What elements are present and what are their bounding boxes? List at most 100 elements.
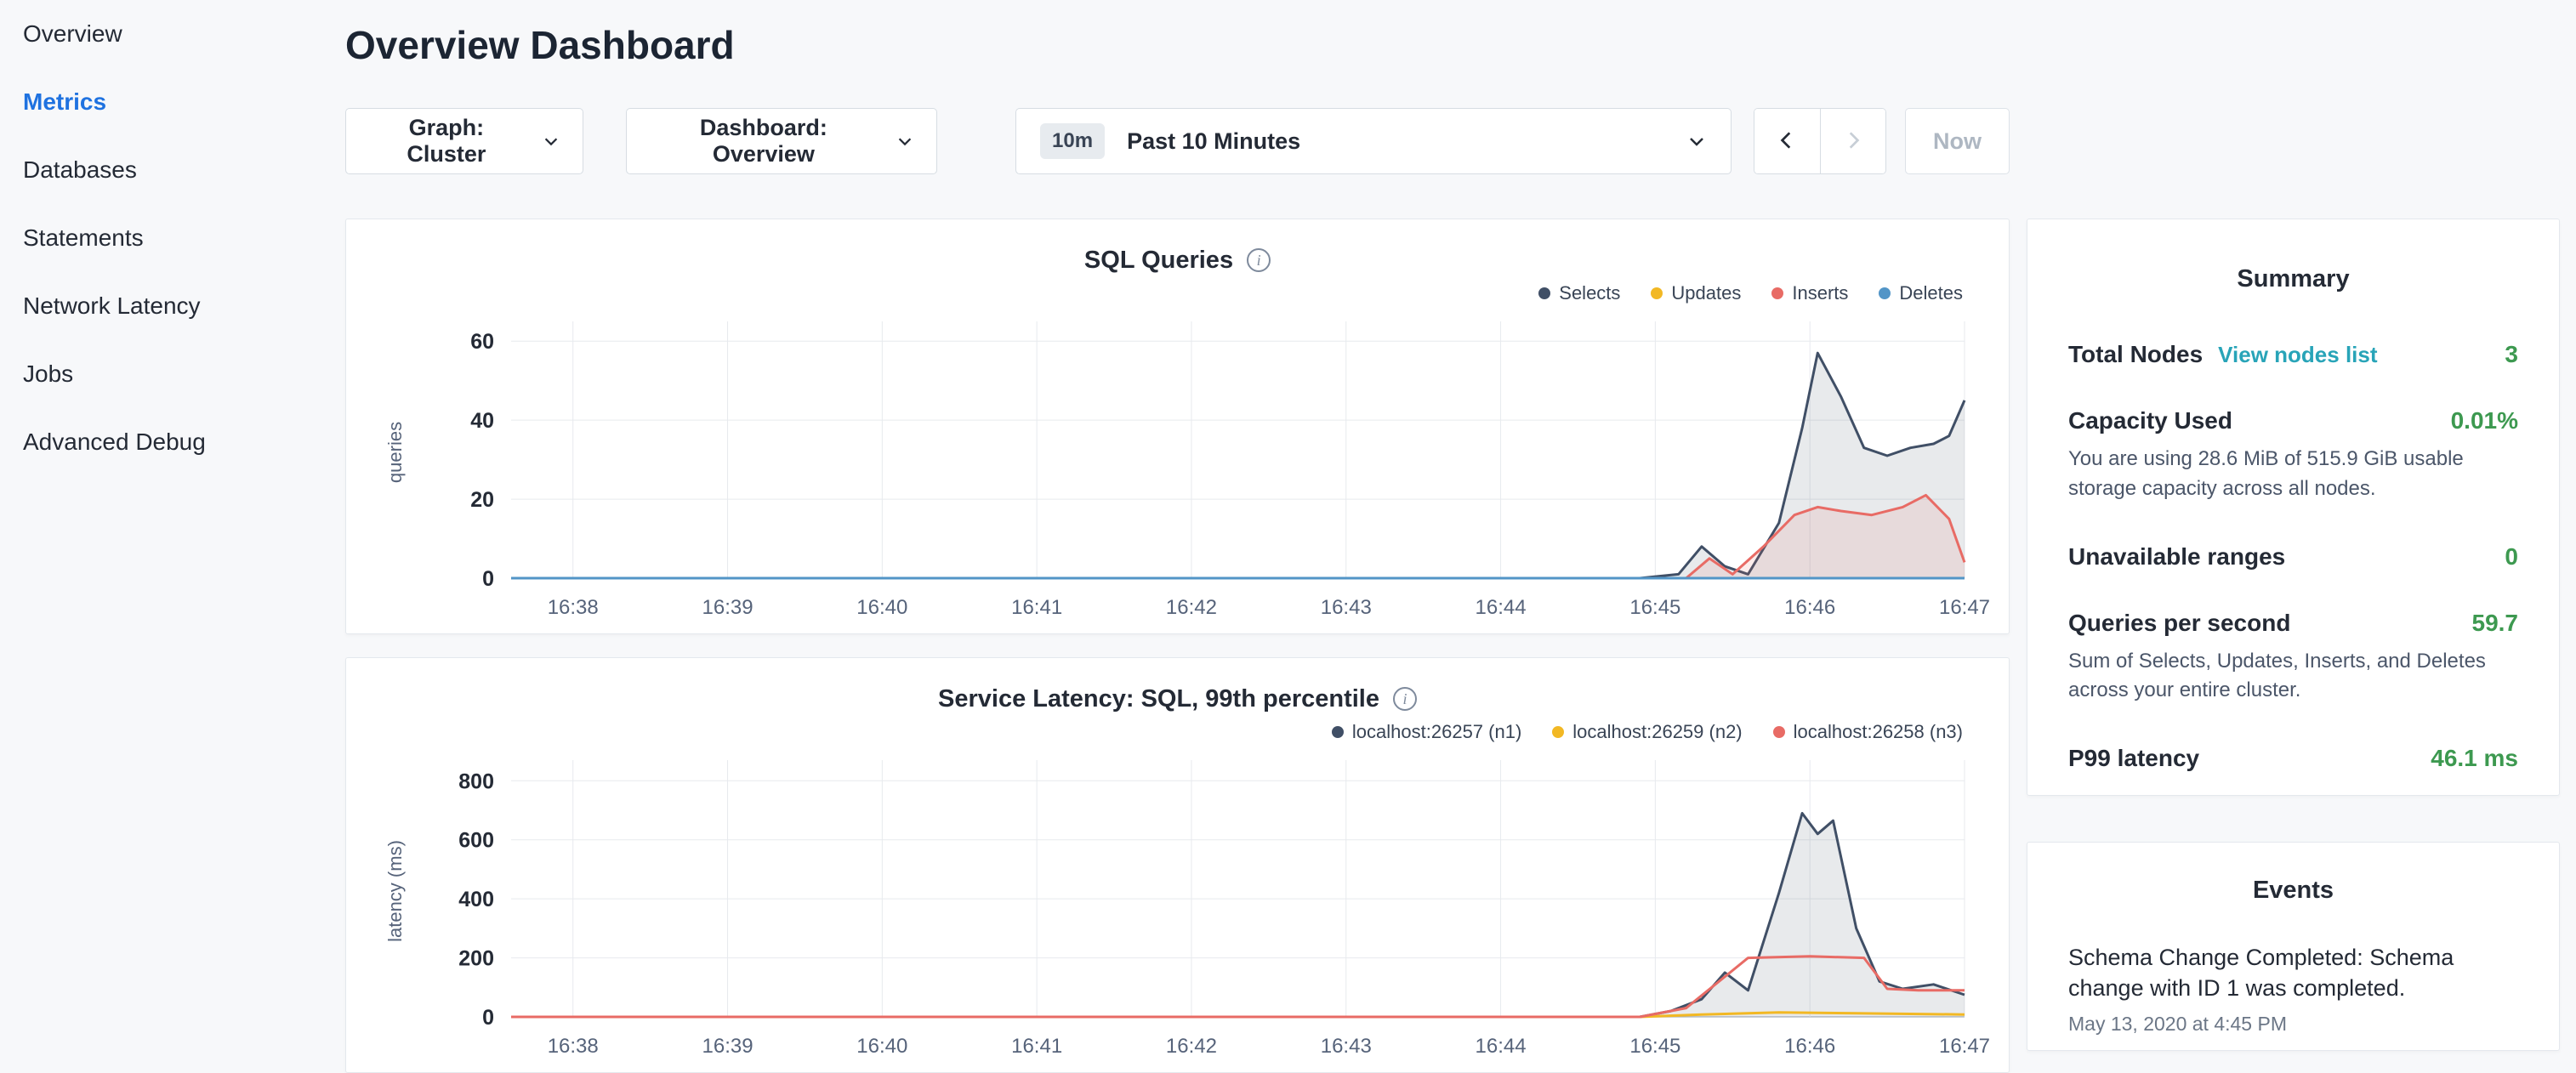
summary-label: Unavailable ranges [2068,543,2285,571]
x-tick-label: 16:46 [1784,596,1835,619]
event-timestamp: May 13, 2020 at 4:45 PM [2068,1013,2518,1036]
main-content: Overview Dashboard Graph: Cluster Dashbo… [340,0,2010,1051]
summary-value: 0 [2505,543,2518,571]
x-tick-label: 16:40 [856,1035,907,1058]
dashboard-dropdown[interactable]: Dashboard: Overview [626,108,937,174]
sql-queries-chart-panel: SQL Queries i Selects Updates Inserts Delet… [345,219,2010,634]
legend-dot-icon [1332,726,1344,738]
y-tick-label: 0 [482,1006,494,1030]
sidebar-item-databases[interactable]: Databases [0,136,340,204]
x-tick-label: 16:41 [1011,596,1062,619]
x-tick-label: 16:43 [1321,596,1372,619]
events-title: Events [2068,843,2518,905]
summary-title: Summary [2068,219,2518,293]
time-next-button[interactable] [1820,109,1885,173]
legend-item[interactable]: localhost:26257 (n1) [1332,721,1521,743]
summary-description: Sum of Selects, Updates, Inserts, and De… [2068,647,2518,707]
chart-legend: Selects Updates Inserts Deletes [367,281,1988,306]
x-tick-label: 16:43 [1321,1035,1372,1058]
summary-label: Total Nodes [2068,341,2203,368]
legend-item[interactable]: Updates [1651,282,1741,304]
chart-title-row: Service Latency: SQL, 99th percentile i [367,658,1988,718]
x-tick-label: 16:46 [1784,1035,1835,1058]
chart-title: Service Latency: SQL, 99th percentile [938,685,1379,713]
sidebar-item-statements[interactable]: Statements [0,204,340,272]
y-tick-label: 200 [458,947,494,971]
legend-label: localhost:26258 (n3) [1794,721,1963,743]
info-icon[interactable]: i [1393,687,1417,711]
series-area [511,814,1965,1018]
legend-dot-icon [1879,287,1891,299]
time-step-button-group [1754,108,1886,174]
y-tick-label: 20 [470,488,494,512]
chevron-down-icon [896,132,914,150]
legend-item[interactable]: Selects [1538,282,1620,304]
sidebar-item-metrics[interactable]: Metrics [0,68,340,136]
x-tick-label: 16:44 [1476,596,1527,619]
chart-legend: localhost:26257 (n1) localhost:26259 (n2)… [367,719,1988,745]
sidebar-item-overview[interactable]: Overview [0,0,340,68]
summary-label: P99 latency [2068,745,2199,772]
x-tick-label: 16:44 [1476,1035,1527,1058]
service-latency-chart-panel: Service Latency: SQL, 99th percentile i … [345,657,2010,1073]
y-axis-label: queries [384,422,407,483]
graph-dropdown[interactable]: Graph: Cluster [345,108,583,174]
events-list: Schema Change Completed: Schema change w… [2068,942,2518,1036]
chart-body: queries 020406016:3816:3916:4016:4116:42… [367,309,1988,634]
legend-item[interactable]: Inserts [1771,282,1848,304]
x-tick-label: 16:47 [1939,596,1990,619]
page-title: Overview Dashboard [345,22,2010,69]
sidebar: OverviewMetricsDatabasesStatementsNetwor… [0,0,340,1051]
y-tick-label: 60 [470,330,494,354]
x-tick-label: 16:45 [1629,596,1680,619]
time-range-badge: 10m [1040,123,1105,159]
sidebar-nav-list: OverviewMetricsDatabasesStatementsNetwor… [0,0,340,476]
summary-row: Capacity Used0.01%You are using 28.6 MiB… [2068,407,2518,504]
legend-label: localhost:26259 (n2) [1572,721,1742,743]
summary-row: Queries per second59.7Sum of Selects, Up… [2068,610,2518,707]
x-tick-label: 16:42 [1166,1035,1217,1058]
time-range-dropdown[interactable]: 10m Past 10 Minutes [1015,108,1732,174]
chevron-down-icon [1686,131,1707,151]
legend-item[interactable]: localhost:26259 (n2) [1552,721,1742,743]
event-item[interactable]: Schema Change Completed: Schema change w… [2068,942,2518,1036]
legend-label: Updates [1671,282,1741,304]
time-range-value: Past 10 Minutes [1127,128,1664,155]
series-area [511,353,1965,578]
legend-dot-icon [1771,287,1783,299]
summary-description: You are using 28.6 MiB of 515.9 GiB usab… [2068,445,2518,504]
x-tick-label: 16:38 [548,596,599,619]
y-tick-label: 800 [458,769,494,793]
summary-row: P99 latency46.1 ms [2068,745,2518,772]
sidebar-item-advanced-debug[interactable]: Advanced Debug [0,408,340,476]
controls-bar: Graph: Cluster Dashboard: Overview 10m [345,108,2010,174]
dashboard-dropdown-text: Dashboard: Overview [649,115,879,167]
event-message: Schema Change Completed: Schema change w… [2068,942,2518,1004]
summary-row: Total Nodes View nodes list 3 [2068,341,2518,368]
info-icon[interactable]: i [1247,248,1271,272]
sidebar-item-network-latency[interactable]: Network Latency [0,272,340,340]
summary-row: Unavailable ranges 0 [2068,543,2518,571]
chart-title-row: SQL Queries i [367,219,1988,279]
legend-item[interactable]: localhost:26258 (n3) [1773,721,1963,743]
x-tick-label: 16:41 [1011,1035,1062,1058]
legend-label: Inserts [1792,282,1848,304]
sidebar-item-jobs[interactable]: Jobs [0,340,340,408]
x-tick-label: 16:42 [1166,596,1217,619]
summary-panel: Summary Total Nodes View nodes list 3 Capac… [2027,219,2560,796]
time-prev-button[interactable] [1754,109,1820,173]
legend-label: Deletes [1899,282,1963,304]
app-root: OverviewMetricsDatabasesStatementsNetwor… [0,0,2576,1051]
summary-label: Queries per second [2068,610,2290,637]
x-tick-label: 16:45 [1629,1035,1680,1058]
chart-body: latency (ms) 020040060080016:3816:3916:4… [367,748,1988,1073]
sql-queries-plot: 020406016:3816:3916:4016:4116:4216:4316:… [367,309,1990,634]
legend-item[interactable]: Deletes [1879,282,1963,304]
now-button[interactable]: Now [1905,108,2010,174]
summary-value: 3 [2505,341,2518,368]
summary-link[interactable]: View nodes list [2218,342,2377,368]
x-tick-label: 16:39 [702,596,753,619]
chevron-left-icon [1776,129,1798,154]
legend-dot-icon [1651,287,1663,299]
y-tick-label: 600 [458,829,494,853]
